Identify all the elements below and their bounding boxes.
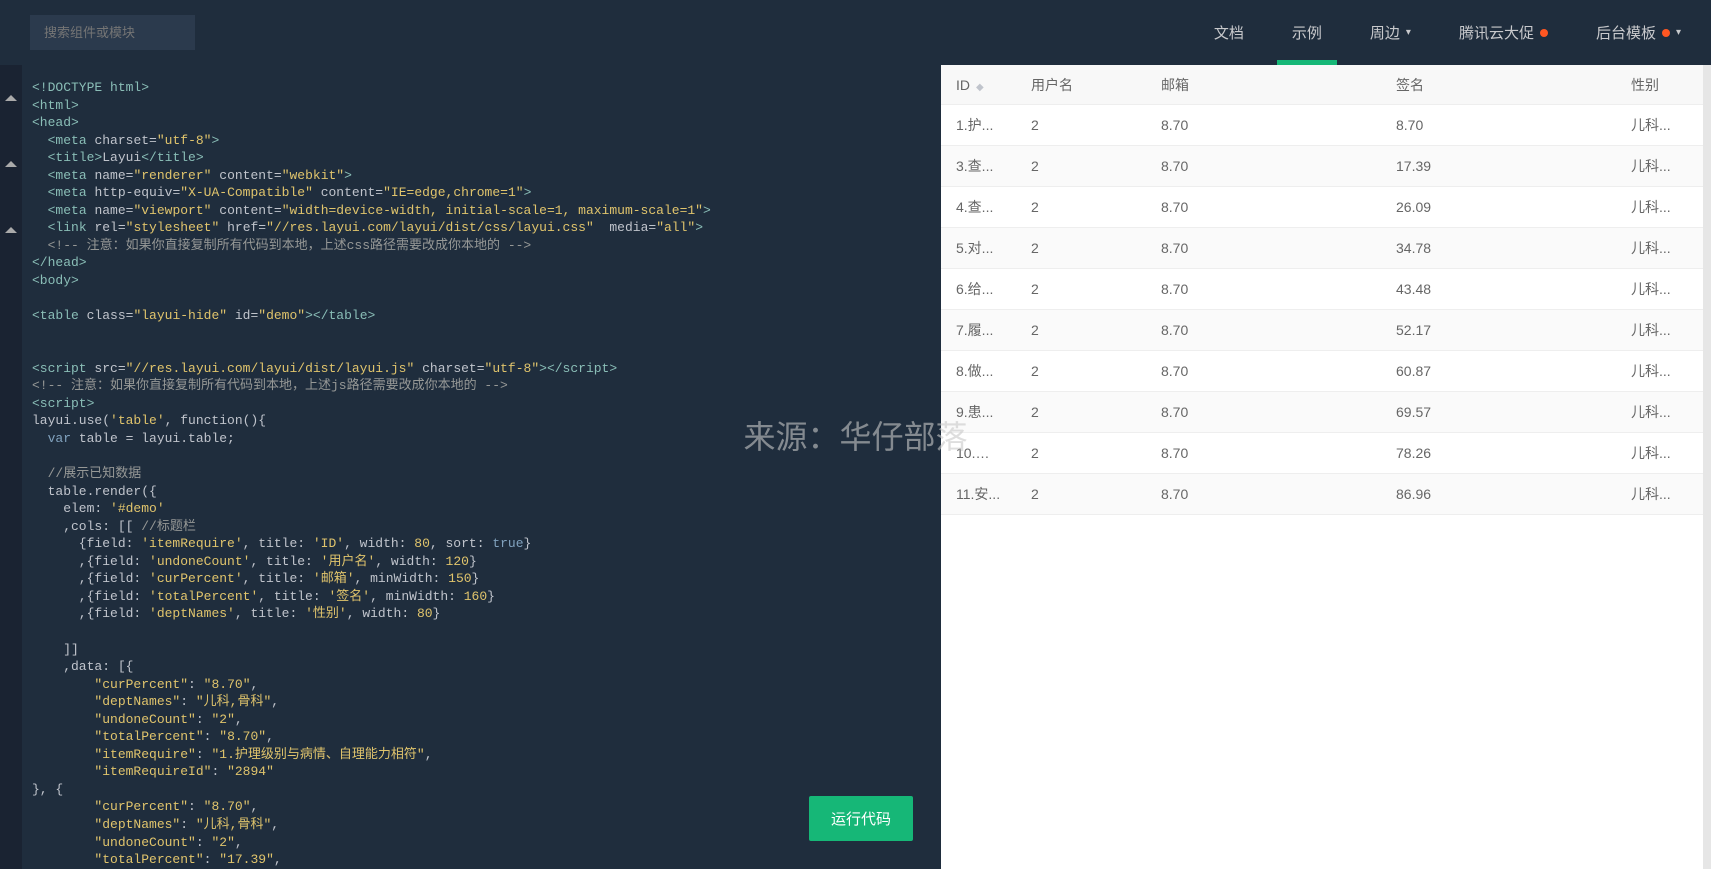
search-input[interactable] (30, 15, 195, 50)
table-row[interactable]: 5.对...28.7034.78儿科... (941, 228, 1703, 269)
fold-toggle-icon[interactable] (5, 161, 17, 167)
cell-email: 8.70 (1146, 433, 1381, 473)
cell-user: 2 (1016, 433, 1146, 473)
cell-id: 4.查... (941, 187, 1016, 227)
cell-user: 2 (1016, 269, 1146, 309)
table-row[interactable]: 8.做...28.7060.87儿科... (941, 351, 1703, 392)
code-content: <!DOCTYPE html> <html> <head> <meta char… (32, 79, 931, 869)
cell-id: 9.患... (941, 392, 1016, 432)
cell-id: 8.做... (941, 351, 1016, 391)
cell-id: 5.对... (941, 228, 1016, 268)
cell-gender: 儿科... (1616, 228, 1711, 268)
cell-email: 8.70 (1146, 146, 1381, 186)
cell-id: 3.查... (941, 146, 1016, 186)
table-row[interactable]: 9.患...28.7069.57儿科... (941, 392, 1703, 433)
table-row[interactable]: 6.给...28.7043.48儿科... (941, 269, 1703, 310)
chevron-down-icon: ▾ (1406, 27, 1411, 38)
cell-sign: 43.48 (1381, 269, 1616, 309)
nav-item[interactable]: 腾讯云大促 (1459, 0, 1548, 65)
col-email: 邮箱 (1146, 65, 1381, 105)
cell-gender: 儿科... (1616, 392, 1711, 432)
cell-user: 2 (1016, 146, 1146, 186)
cell-user: 2 (1016, 187, 1146, 227)
cell-gender: 儿科... (1616, 105, 1711, 145)
cell-sign: 78.26 (1381, 433, 1616, 473)
table-row[interactable]: 1.护...28.708.70儿科... (941, 105, 1703, 146)
cell-user: 2 (1016, 392, 1146, 432)
nav-item[interactable]: 周边▾ (1370, 0, 1411, 65)
cell-user: 2 (1016, 228, 1146, 268)
table-row[interactable]: 3.查...28.7017.39儿科... (941, 146, 1703, 187)
code-editor[interactable]: <!DOCTYPE html> <html> <head> <meta char… (22, 65, 941, 869)
cell-email: 8.70 (1146, 228, 1381, 268)
table-row[interactable]: 10.协...28.7078.26儿科... (941, 433, 1703, 474)
cell-gender: 儿科... (1616, 187, 1711, 227)
col-gender: 性别 (1616, 65, 1711, 105)
table-row[interactable]: 4.查...28.7026.09儿科... (941, 187, 1703, 228)
cell-email: 8.70 (1146, 269, 1381, 309)
cell-sign: 34.78 (1381, 228, 1616, 268)
code-folding-gutter (0, 65, 22, 869)
badge-dot-icon (1540, 29, 1548, 37)
nav-item[interactable]: 文档 (1214, 0, 1244, 65)
sort-icon[interactable]: ◆ (976, 68, 984, 105)
cell-id: 10.协... (941, 433, 1016, 473)
cell-email: 8.70 (1146, 474, 1381, 514)
cell-sign: 8.70 (1381, 105, 1616, 145)
cell-gender: 儿科... (1616, 310, 1711, 350)
top-bar: 文档示例 周边▾ 腾讯云大促后台模板▾ (0, 0, 1711, 65)
fold-toggle-icon[interactable] (5, 95, 17, 101)
col-user: 用户名 (1016, 65, 1146, 105)
cell-sign: 60.87 (1381, 351, 1616, 391)
cell-user: 2 (1016, 474, 1146, 514)
cell-sign: 26.09 (1381, 187, 1616, 227)
badge-dot-icon (1662, 29, 1670, 37)
cell-id: 1.护... (941, 105, 1016, 145)
table-header-row: ID◆ 用户名 邮箱 签名 性别 (941, 65, 1703, 105)
preview-pane: ID◆ 用户名 邮箱 签名 性别 1.护...28.708.70儿科...3.查… (941, 65, 1711, 869)
nav-item[interactable]: 示例 (1292, 0, 1322, 65)
cell-user: 2 (1016, 105, 1146, 145)
cell-sign: 86.96 (1381, 474, 1616, 514)
cell-email: 8.70 (1146, 187, 1381, 227)
cell-email: 8.70 (1146, 310, 1381, 350)
top-nav: 文档示例 周边▾ 腾讯云大促后台模板▾ (1214, 0, 1681, 65)
cell-sign: 69.57 (1381, 392, 1616, 432)
run-code-button[interactable]: 运行代码 (809, 796, 913, 841)
cell-id: 11.安... (941, 474, 1016, 514)
cell-gender: 儿科... (1616, 351, 1711, 391)
cell-user: 2 (1016, 351, 1146, 391)
nav-item[interactable]: 后台模板▾ (1596, 0, 1681, 65)
cell-user: 2 (1016, 310, 1146, 350)
chevron-down-icon: ▾ (1676, 27, 1681, 38)
col-id[interactable]: ID◆ (941, 65, 1016, 105)
table-row[interactable]: 11.安...28.7086.96儿科... (941, 474, 1703, 515)
cell-email: 8.70 (1146, 351, 1381, 391)
cell-id: 6.给... (941, 269, 1016, 309)
cell-sign: 52.17 (1381, 310, 1616, 350)
cell-sign: 17.39 (1381, 146, 1616, 186)
cell-gender: 儿科... (1616, 146, 1711, 186)
cell-email: 8.70 (1146, 392, 1381, 432)
col-sign: 签名 (1381, 65, 1616, 105)
cell-email: 8.70 (1146, 105, 1381, 145)
table-row[interactable]: 7.履...28.7052.17儿科... (941, 310, 1703, 351)
fold-toggle-icon[interactable] (5, 227, 17, 233)
cell-gender: 儿科... (1616, 474, 1711, 514)
cell-id: 7.履... (941, 310, 1016, 350)
cell-gender: 儿科... (1616, 269, 1711, 309)
cell-gender: 儿科... (1616, 433, 1711, 473)
